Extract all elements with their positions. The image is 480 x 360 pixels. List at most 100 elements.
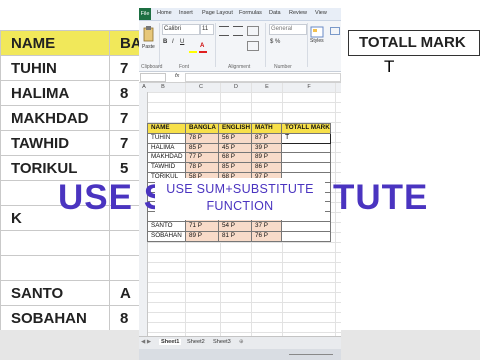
cell-math[interactable]: 87 P	[251, 132, 282, 144]
table-row: TUHIN 78 P 56 P 87 P T	[147, 132, 331, 144]
header-total-mark[interactable]: TOTALL MARK	[281, 123, 331, 134]
ribbon-tab-bar: File Home Insert Page Layout Formulas Da…	[139, 8, 341, 21]
ribbon-separator	[307, 23, 308, 67]
align-left-icon[interactable]	[219, 26, 229, 36]
font-size-select[interactable]: 11	[200, 24, 214, 35]
sheet-tab-bar: ◀ ▶ Sheet1 Sheet2 Sheet3 ⊕	[139, 336, 341, 349]
font-name-value: Calibri	[164, 26, 182, 32]
tab-file[interactable]: File	[139, 8, 151, 20]
table-row: MAKHDAD 77 P 68 P 89 P	[147, 152, 331, 164]
bg-cursor-cell: T	[384, 57, 395, 76]
caption-overlay: USE S TUTE USE SUM+SUBSTITUTE FUNCTION	[0, 170, 480, 230]
cell-bangla[interactable]: 78 P	[185, 132, 219, 144]
ribbon-home: Paste Calibri 11 B I U A General $ % Sty…	[139, 21, 341, 72]
cell-name[interactable]: MAKHDAD	[147, 152, 186, 164]
bg-row-name: HALIMA	[0, 80, 110, 106]
bg-header-name: NAME	[0, 30, 110, 56]
clipboard-icon	[143, 26, 154, 42]
zoom-slider[interactable]	[289, 354, 333, 355]
tab-view[interactable]: View	[315, 10, 327, 16]
number-group-label: Number	[274, 64, 292, 70]
caption-line-2: FUNCTION	[206, 199, 274, 213]
font-name-select[interactable]: Calibri	[162, 24, 200, 35]
name-box[interactable]	[140, 73, 166, 82]
formula-input[interactable]	[185, 73, 341, 82]
table-row: SOBAHAN 89 P 81 P 76 P	[147, 230, 331, 242]
tab-home[interactable]: Home	[157, 10, 172, 16]
cell-name[interactable]: SOBAHAN	[147, 230, 186, 242]
bg-row-name	[0, 230, 110, 256]
styles-button[interactable]: Styles	[310, 25, 328, 55]
sheet-nav-icon[interactable]: ◀ ▶	[141, 339, 151, 345]
sheet-tab-1[interactable]: Sheet1	[159, 339, 182, 345]
cell-name[interactable]: HALIMA	[147, 142, 186, 154]
column-header[interactable]: F	[294, 84, 324, 90]
font-size-value: 11	[202, 26, 209, 32]
caption-big-right: TUTE	[333, 178, 429, 217]
ribbon-separator	[159, 23, 160, 67]
currency-button[interactable]: $ %	[270, 39, 280, 45]
cell-bangla[interactable]: 85 P	[185, 142, 219, 154]
bg-row-name: MAKHDAD	[0, 105, 110, 131]
cell-math[interactable]: 76 P	[251, 230, 282, 242]
column-header[interactable]: D	[221, 84, 251, 90]
formula-bar: fx	[139, 72, 341, 83]
ribbon-separator	[265, 23, 266, 67]
tab-review[interactable]: Review	[289, 10, 307, 16]
styles-label: Styles	[310, 38, 324, 44]
bg-row-name: TAWHID	[0, 130, 110, 156]
insert-cells-icon[interactable]	[330, 27, 340, 35]
background-total-column: TOTALL MARK T	[340, 30, 480, 78]
fx-icon[interactable]: fx	[175, 73, 179, 80]
number-format-select[interactable]: General	[269, 24, 307, 35]
bg-row-name: SOBAHAN	[0, 305, 110, 331]
cell-total[interactable]	[281, 142, 331, 154]
header-name[interactable]: NAME	[147, 123, 186, 134]
column-header[interactable]: A	[140, 84, 148, 90]
bg-row-name: TUHIN	[0, 55, 110, 81]
sheet-tab-2[interactable]: Sheet2	[187, 339, 205, 345]
font-color-letter-icon[interactable]: A	[200, 43, 204, 49]
header-english[interactable]: ENGLISH	[218, 123, 252, 134]
align-center-icon[interactable]	[233, 26, 243, 36]
alignment-group-label: Alignment	[228, 64, 251, 70]
cell-bangla[interactable]: 77 P	[185, 152, 219, 164]
cell-total[interactable]	[281, 230, 331, 242]
cell-english[interactable]: 81 P	[218, 230, 252, 242]
table-row: HALIMA 85 P 45 P 39 P	[147, 142, 331, 154]
column-header[interactable]: C	[186, 84, 216, 90]
bg-total-header: TOTALL MARK	[348, 30, 480, 56]
underline-button[interactable]: U	[180, 39, 184, 45]
header-bangla[interactable]: BANGLA	[185, 123, 219, 134]
clipboard-group-label: Clipboard	[141, 64, 163, 70]
cell-math[interactable]: 89 P	[251, 152, 282, 164]
cell-english[interactable]: 45 P	[218, 142, 252, 154]
cell-math[interactable]: 39 P	[251, 142, 282, 154]
cell-total[interactable]	[281, 152, 331, 164]
cell-bangla[interactable]: 89 P	[185, 230, 219, 242]
bg-row-name: SANTO	[0, 280, 110, 306]
header-math[interactable]: MATH	[251, 123, 282, 134]
font-color-icon[interactable]	[199, 51, 207, 53]
bold-button[interactable]: B	[163, 39, 167, 45]
column-header[interactable]: B	[148, 84, 178, 90]
merge-center-icon[interactable]	[247, 41, 259, 51]
styles-icon	[310, 26, 324, 38]
cell-total-active[interactable]: T	[281, 132, 331, 144]
tab-data[interactable]: Data	[269, 10, 281, 16]
column-header[interactable]: E	[252, 84, 282, 90]
italic-button[interactable]: I	[172, 39, 174, 45]
cell-english[interactable]: 68 P	[218, 152, 252, 164]
fill-color-icon[interactable]	[189, 51, 197, 53]
tab-insert[interactable]: Insert	[179, 10, 193, 16]
new-sheet-icon[interactable]: ⊕	[239, 339, 244, 345]
cell-name[interactable]: TUHIN	[147, 132, 186, 144]
caption-line-1: USE SUM+SUBSTITUTE	[166, 182, 314, 196]
tab-page-layout[interactable]: Page Layout	[202, 10, 233, 16]
cell-english[interactable]: 56 P	[218, 132, 252, 144]
sheet-tab-3[interactable]: Sheet3	[213, 339, 231, 345]
paste-label: Paste	[142, 44, 155, 50]
tab-formulas[interactable]: Formulas	[239, 10, 262, 16]
wrap-text-icon[interactable]	[247, 26, 259, 36]
paste-button[interactable]: Paste	[142, 25, 155, 51]
